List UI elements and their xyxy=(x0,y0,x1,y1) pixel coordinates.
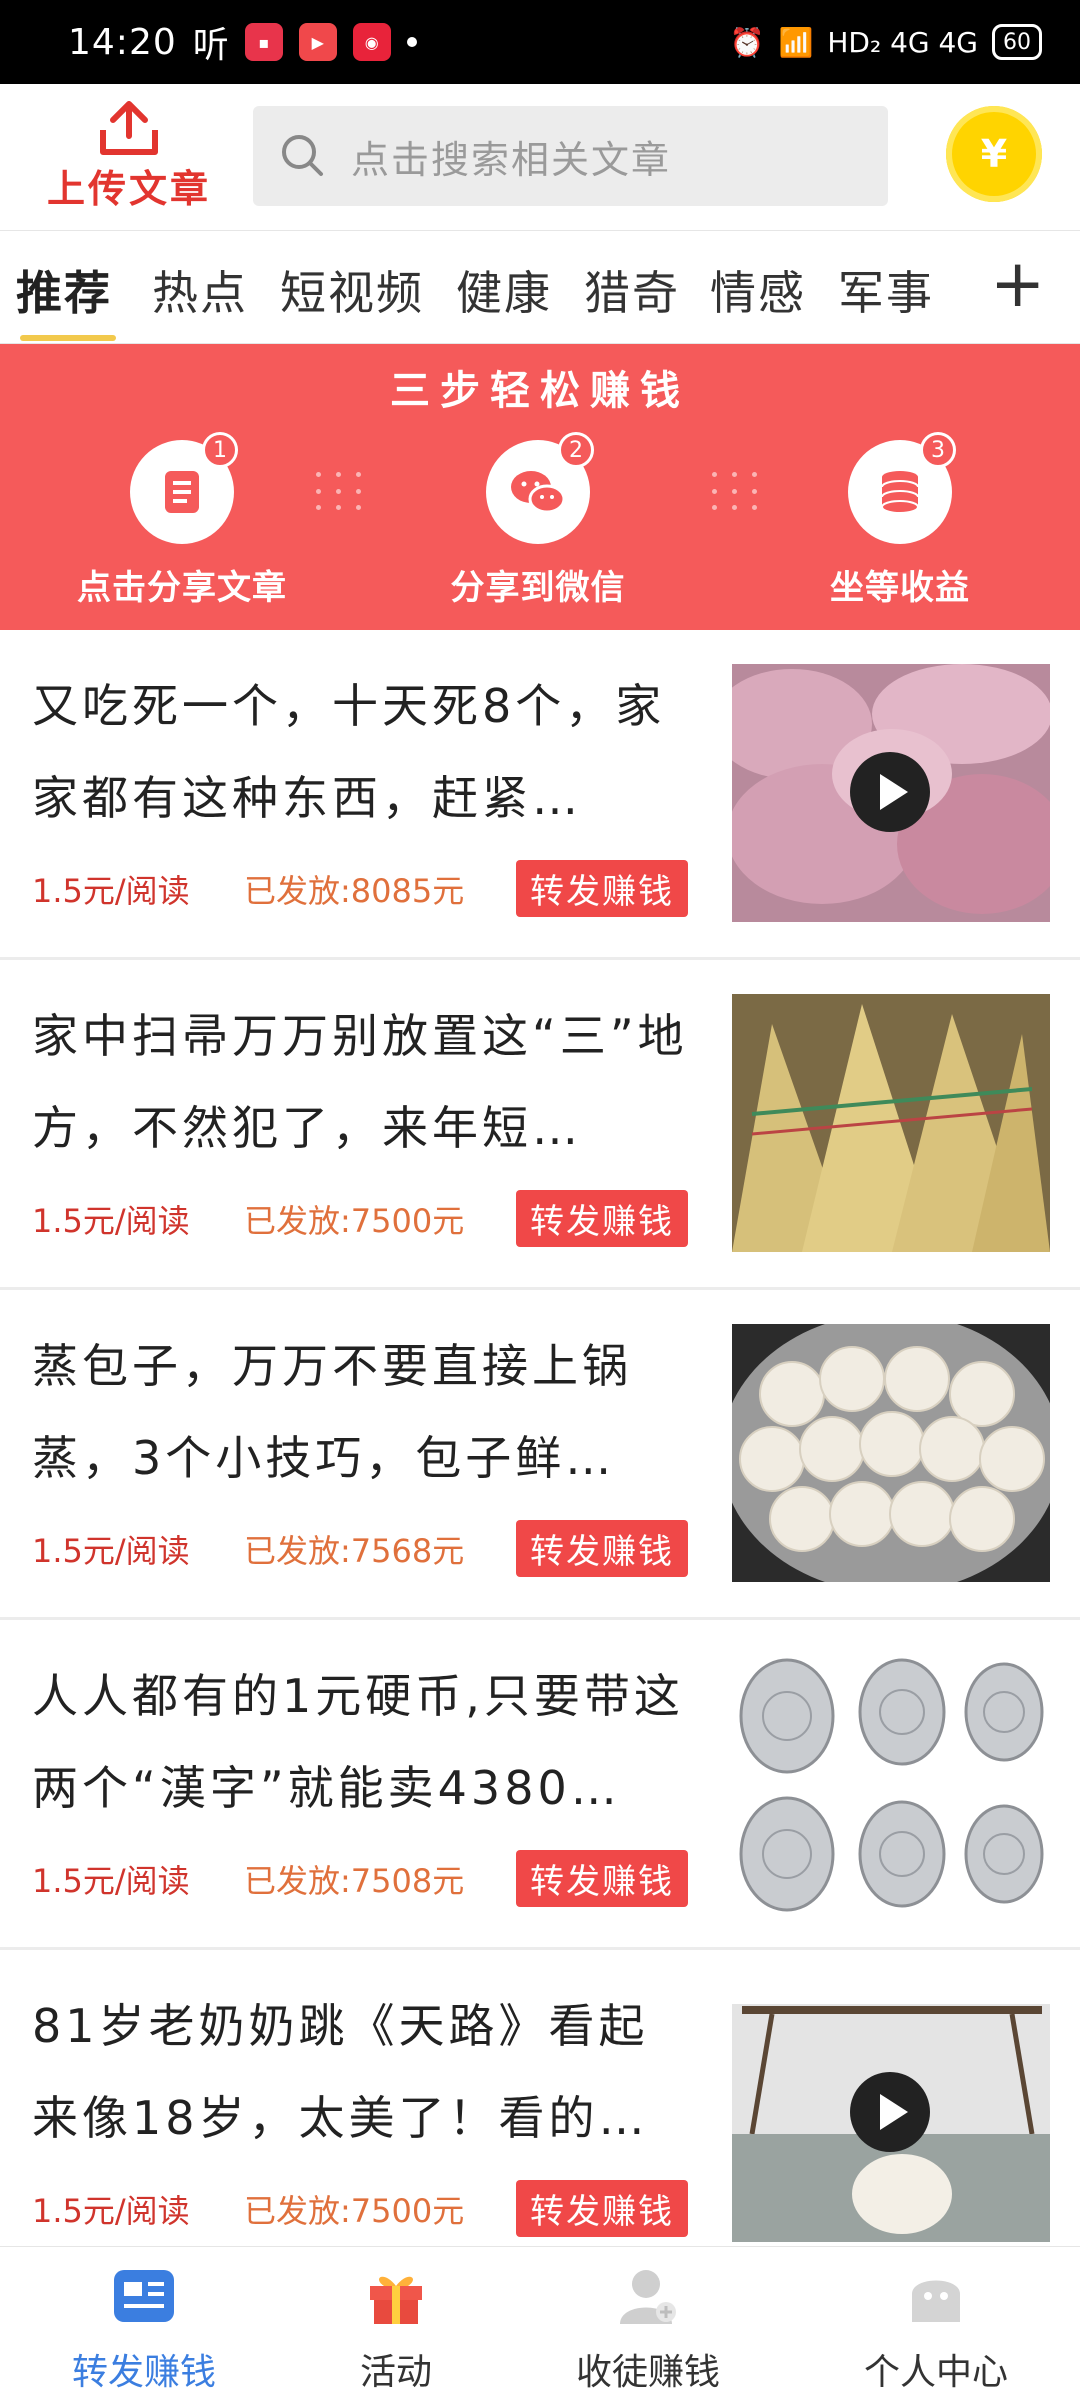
step-label: 分享到微信 xyxy=(450,568,626,608)
step-label: 点击分享文章 xyxy=(77,568,287,608)
step-label: 坐等收益 xyxy=(830,568,970,608)
active-tab-indicator xyxy=(20,335,116,341)
nav-label: 活动 xyxy=(359,2352,432,2393)
network-indicator: HD₂ 4G 4G xyxy=(827,25,978,59)
coin-icon[interactable]: ¥ xyxy=(946,106,1042,202)
article-thumbnail[interactable] xyxy=(732,1654,1050,1912)
status-ting-icon: 听 xyxy=(192,25,229,66)
upload-icon xyxy=(100,101,158,155)
wechat-icon xyxy=(511,471,566,514)
step-share-article: 1 点击分享文章 xyxy=(62,432,302,609)
tab-curiosity[interactable]: 猎奇 xyxy=(584,257,680,323)
document-icon xyxy=(165,471,199,513)
step-number: 1 xyxy=(202,432,238,468)
article-card-icon xyxy=(109,2261,179,2331)
nav-label: 转发赚钱 xyxy=(71,2352,216,2393)
step-number: 3 xyxy=(920,432,956,468)
play-icon[interactable] xyxy=(850,752,930,832)
article-item[interactable]: 蒸包子，万万不要直接上锅蒸，3个小技巧，包子鲜… 1.5元/阅读 已发放:756… xyxy=(0,1290,1080,1620)
battery-indicator: 60 xyxy=(992,24,1042,60)
article-item[interactable]: 家中扫帚万万别放置这“三”地方，不然犯了，来年短… 1.5元/阅读 已发放:75… xyxy=(0,960,1080,1290)
article-title[interactable]: 人人都有的1元硬币,只要带这两个“漢字”就能卖4380… xyxy=(32,1650,692,1834)
play-icon[interactable] xyxy=(850,2072,930,2152)
price-per-read: 1.5元/阅读 xyxy=(32,1531,190,1570)
wifi-icon: 📶 xyxy=(778,25,814,59)
nav-label: 个人中心 xyxy=(863,2352,1008,2393)
step-share-wechat: 2 分享到微信 xyxy=(418,432,658,609)
coins-stack-icon xyxy=(881,471,919,514)
earn-steps-banner[interactable]: 三步轻松赚钱 1 点击分享文章 2 分享到微信 3 坐等收益 xyxy=(0,344,1080,630)
step-number: 2 xyxy=(558,432,594,468)
tab-military[interactable]: 军事 xyxy=(838,257,934,323)
article-thumbnail[interactable] xyxy=(732,1984,1050,2242)
issued-amount: 已发放:8085元 xyxy=(244,871,465,910)
more-notifications-icon xyxy=(406,37,417,47)
profile-icon xyxy=(901,2261,971,2331)
nav-profile[interactable]: 个人中心 xyxy=(836,2261,1036,2395)
video-app-icon: ▶ xyxy=(298,23,337,61)
tab-emotion[interactable]: 情感 xyxy=(710,257,806,323)
tab-short-video[interactable]: 短视频 xyxy=(280,257,424,323)
search-icon xyxy=(282,135,323,176)
nav-share-earn[interactable]: 转发赚钱 xyxy=(44,2261,244,2395)
bottom-navigation: 转发赚钱 活动 收徒赚钱 个人中心 xyxy=(0,2246,1080,2401)
app-header: 上传文章 点击搜索相关文章 ¥ xyxy=(0,84,1080,230)
article-item[interactable]: 人人都有的1元硬币,只要带这两个“漢字”就能卖4380… 1.5元/阅读 已发放… xyxy=(0,1620,1080,1950)
price-per-read: 1.5元/阅读 xyxy=(32,1201,190,1240)
play-app-icon: ◉ xyxy=(352,23,391,61)
alarm-icon: ⏰ xyxy=(729,25,765,59)
nav-recruit-earn[interactable]: 收徒赚钱 xyxy=(548,2261,748,2395)
issued-amount: 已发放:7500元 xyxy=(244,1201,465,1240)
banner-title: 三步轻松赚钱 xyxy=(390,368,690,414)
nav-label: 收徒赚钱 xyxy=(575,2352,720,2393)
share-earn-button[interactable]: 转发赚钱 xyxy=(516,2180,688,2237)
price-per-read: 1.5元/阅读 xyxy=(32,2191,190,2230)
article-thumbnail[interactable] xyxy=(732,994,1050,1252)
status-time: 14:20 xyxy=(68,21,177,63)
step-separator xyxy=(316,472,370,516)
article-title[interactable]: 又吃死一个，十天死8个，家家都有这种东西，赶紧… xyxy=(32,660,692,844)
issued-amount: 已发放:7500元 xyxy=(244,2191,465,2230)
share-earn-button[interactable]: 转发赚钱 xyxy=(516,860,688,917)
article-title[interactable]: 蒸包子，万万不要直接上锅蒸，3个小技巧，包子鲜… xyxy=(32,1320,692,1504)
price-per-read: 1.5元/阅读 xyxy=(32,1861,190,1900)
share-earn-button[interactable]: 转发赚钱 xyxy=(516,1190,688,1247)
search-placeholder: 点击搜索相关文章 xyxy=(351,137,672,182)
share-earn-button[interactable]: 转发赚钱 xyxy=(516,1850,688,1907)
article-item[interactable]: 81岁老奶奶跳《天路》看起来像18岁，太美了！看的… 1.5元/阅读 已发放:7… xyxy=(0,1950,1080,2280)
gift-icon xyxy=(361,2261,431,2331)
step-wait-income: 3 坐等收益 xyxy=(780,432,1020,609)
article-title[interactable]: 81岁老奶奶跳《天路》看起来像18岁，太美了！看的… xyxy=(32,1980,692,2164)
article-title[interactable]: 家中扫帚万万别放置这“三”地方，不然犯了，来年短… xyxy=(32,990,692,1174)
article-thumbnail[interactable] xyxy=(732,1324,1050,1582)
article-item[interactable]: 又吃死一个，十天死8个，家家都有这种东西，赶紧… 1.5元/阅读 已发放:808… xyxy=(0,630,1080,960)
share-earn-button[interactable]: 转发赚钱 xyxy=(516,1520,688,1577)
tab-hot[interactable]: 热点 xyxy=(152,257,248,323)
step-separator xyxy=(712,472,766,516)
status-bar: 14:20 听 ▪ ▶ ◉ ⏰ 📶 HD₂ 4G 4G 60 xyxy=(0,0,1080,84)
upload-article-button[interactable]: 上传文章 xyxy=(34,100,224,212)
issued-amount: 已发放:7568元 xyxy=(244,1531,465,1570)
category-tabs: 推荐 热点 短视频 健康 猎奇 情感 军事 + xyxy=(0,230,1080,344)
add-tab-icon[interactable]: + xyxy=(990,251,1045,317)
article-thumbnail[interactable] xyxy=(732,664,1050,922)
tab-recommend[interactable]: 推荐 xyxy=(16,257,112,323)
search-input[interactable]: 点击搜索相关文章 xyxy=(253,106,888,206)
issued-amount: 已发放:7508元 xyxy=(244,1861,465,1900)
article-list: 又吃死一个，十天死8个，家家都有这种东西，赶紧… 1.5元/阅读 已发放:808… xyxy=(0,630,1080,2280)
tab-health[interactable]: 健康 xyxy=(456,257,552,323)
nav-activity[interactable]: 活动 xyxy=(296,2261,496,2395)
add-user-icon xyxy=(613,2261,683,2331)
upload-label: 上传文章 xyxy=(46,167,211,211)
price-per-read: 1.5元/阅读 xyxy=(32,871,190,910)
xiaohongshu-app-icon: ▪ xyxy=(244,23,283,61)
